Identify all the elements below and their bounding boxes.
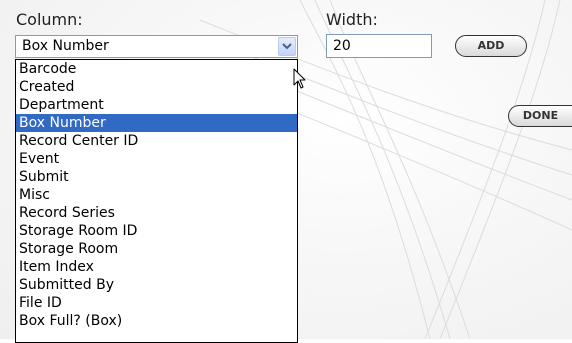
dropdown-option[interactable]: Submit — [16, 168, 297, 186]
dropdown-option[interactable]: Barcode — [16, 60, 297, 78]
done-button[interactable]: DONE — [508, 105, 572, 127]
column-label: Column: — [16, 10, 83, 29]
dropdown-option[interactable]: File ID — [16, 294, 297, 312]
dropdown-option[interactable]: Item Index — [16, 258, 297, 276]
dropdown-option[interactable]: Storage Room — [16, 240, 297, 258]
add-button[interactable]: ADD — [455, 35, 527, 57]
column-select[interactable]: Box Number — [15, 35, 298, 58]
mouse-pointer-icon — [293, 68, 306, 89]
dropdown-option[interactable]: Created — [16, 78, 297, 96]
dropdown-option[interactable]: Event — [16, 150, 297, 168]
width-input[interactable] — [326, 34, 432, 58]
dropdown-option[interactable]: Box Number — [16, 114, 297, 132]
column-dropdown-list[interactable]: Barcode Created Department Box Number Record… — [15, 59, 298, 343]
dropdown-option[interactable]: Misc — [16, 186, 297, 204]
dropdown-option[interactable]: Submitted By — [16, 276, 297, 294]
dropdown-toggle-button[interactable] — [278, 37, 296, 56]
width-label: Width: — [326, 10, 378, 29]
dropdown-option[interactable]: Record Center ID — [16, 132, 297, 150]
dropdown-option[interactable]: Box Full? (Box) — [16, 312, 297, 330]
dropdown-option[interactable]: Storage Room ID — [16, 222, 297, 240]
dropdown-option[interactable]: Record Series — [16, 204, 297, 222]
dropdown-option[interactable]: Department — [16, 96, 297, 114]
column-select-value: Box Number — [22, 38, 109, 54]
chevron-down-icon — [282, 43, 292, 50]
